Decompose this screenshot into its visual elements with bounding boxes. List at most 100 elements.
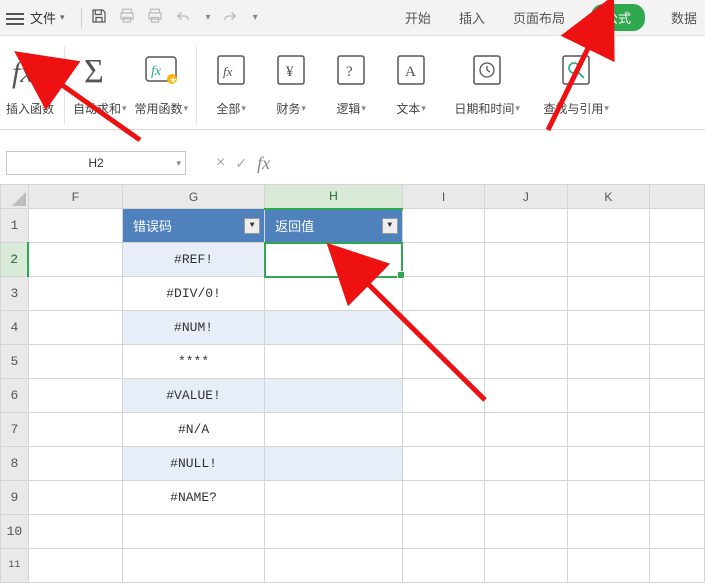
cell[interactable] [567, 311, 649, 345]
sheet-table[interactable]: F G H I J K 1 错误码 ▼ 返回值 ▼ [0, 184, 705, 583]
col-header-K[interactable]: K [567, 185, 649, 209]
col-header-overflow[interactable] [650, 185, 705, 209]
cell[interactable] [28, 447, 122, 481]
cell[interactable] [28, 209, 122, 243]
logic-fn-button[interactable]: ? 逻辑▾ [321, 40, 381, 117]
cell[interactable] [567, 277, 649, 311]
common-fn-button[interactable]: fx★ 常用函数▾ [131, 40, 193, 117]
cell[interactable] [402, 447, 484, 481]
row-header[interactable]: 5 [1, 345, 29, 379]
cell[interactable] [485, 345, 567, 379]
cell[interactable]: #N/A [122, 413, 264, 447]
all-fn-button[interactable]: fx 全部▾ [201, 40, 261, 117]
cell[interactable] [265, 379, 403, 413]
cell[interactable] [485, 209, 567, 243]
cell[interactable] [650, 209, 705, 243]
cell[interactable]: #REF! [122, 243, 264, 277]
col-header-H[interactable]: H [265, 185, 403, 209]
cell[interactable]: **** [122, 345, 264, 379]
row-header[interactable]: 3 [1, 277, 29, 311]
tab-formula[interactable]: 公式 [591, 4, 645, 31]
cell[interactable] [567, 481, 649, 515]
filter-dropdown-icon[interactable]: ▼ [382, 218, 398, 234]
cell[interactable] [28, 481, 122, 515]
save-icon[interactable] [90, 7, 108, 28]
datetime-fn-button[interactable]: 日期和时间▾ [441, 40, 533, 117]
cell[interactable]: #VALUE! [122, 379, 264, 413]
cell[interactable] [485, 243, 567, 277]
cell[interactable] [265, 311, 403, 345]
cell[interactable] [402, 549, 484, 583]
cell[interactable] [402, 345, 484, 379]
cell[interactable] [28, 243, 122, 277]
accept-formula-button[interactable]: ✓ [235, 155, 247, 172]
cell[interactable] [265, 549, 403, 583]
name-box[interactable]: H2 ▾ [6, 151, 186, 175]
row-header[interactable]: 1 [1, 209, 29, 243]
row-header[interactable]: 7 [1, 413, 29, 447]
cell[interactable] [122, 549, 264, 583]
cell[interactable] [650, 379, 705, 413]
cell[interactable] [28, 277, 122, 311]
cell[interactable] [485, 379, 567, 413]
cell[interactable] [485, 481, 567, 515]
cell[interactable] [265, 481, 403, 515]
cell[interactable] [265, 447, 403, 481]
cell[interactable] [28, 515, 122, 549]
row-header[interactable]: 9 [1, 481, 29, 515]
cell[interactable] [650, 413, 705, 447]
undo-dropdown-icon[interactable]: ▾ [206, 12, 211, 23]
cell[interactable] [650, 277, 705, 311]
cell[interactable] [265, 277, 403, 311]
cell[interactable] [265, 515, 403, 549]
row-header[interactable]: 4 [1, 311, 29, 345]
cell[interactable] [265, 413, 403, 447]
cell[interactable] [567, 515, 649, 549]
tab-home[interactable]: 开始 [403, 4, 433, 31]
cell[interactable] [650, 515, 705, 549]
cell[interactable]: #NULL! [122, 447, 264, 481]
row-header[interactable]: 10 [1, 515, 29, 549]
row-header[interactable]: 2 [1, 243, 29, 277]
cell[interactable] [28, 345, 122, 379]
cell[interactable] [650, 345, 705, 379]
cell[interactable] [402, 209, 484, 243]
col-header-J[interactable]: J [485, 185, 567, 209]
table-header-error-code[interactable]: 错误码 ▼ [122, 209, 264, 243]
text-fn-button[interactable]: A 文本▾ [381, 40, 441, 117]
cell[interactable] [650, 447, 705, 481]
tab-insert[interactable]: 插入 [457, 4, 487, 31]
cell[interactable] [122, 515, 264, 549]
cell[interactable] [402, 243, 484, 277]
col-header-F[interactable]: F [28, 185, 122, 209]
cell[interactable]: #DIV/0! [122, 277, 264, 311]
print-icon[interactable] [146, 7, 164, 28]
select-all-corner[interactable] [1, 185, 29, 209]
file-menu[interactable]: 文件 [30, 8, 56, 27]
row-header[interactable]: 6 [1, 379, 29, 413]
cell[interactable] [567, 243, 649, 277]
cell[interactable] [402, 277, 484, 311]
filter-dropdown-icon[interactable]: ▼ [244, 218, 260, 234]
lookup-fn-button[interactable]: 查找与引用▾ [533, 40, 619, 117]
finance-fn-button[interactable]: ¥ 财务▾ [261, 40, 321, 117]
cell[interactable] [567, 413, 649, 447]
cell[interactable] [402, 413, 484, 447]
selected-cell[interactable] [265, 243, 403, 277]
tab-layout[interactable]: 页面布局 [511, 4, 567, 31]
cell[interactable] [28, 311, 122, 345]
cell[interactable] [28, 549, 122, 583]
cell[interactable] [650, 481, 705, 515]
undo-icon[interactable] [174, 7, 192, 28]
name-box-dropdown-icon[interactable]: ▾ [176, 158, 181, 169]
col-header-G[interactable]: G [122, 185, 264, 209]
cell[interactable] [567, 549, 649, 583]
redo-icon[interactable] [221, 7, 239, 28]
autosum-button[interactable]: Σ 自动求和▾ [69, 40, 131, 117]
cell[interactable] [485, 311, 567, 345]
cell[interactable] [402, 481, 484, 515]
hamburger-icon[interactable] [6, 11, 24, 25]
row-header[interactable]: 8 [1, 447, 29, 481]
row-header[interactable]: 11 [1, 549, 29, 583]
cell[interactable] [567, 379, 649, 413]
